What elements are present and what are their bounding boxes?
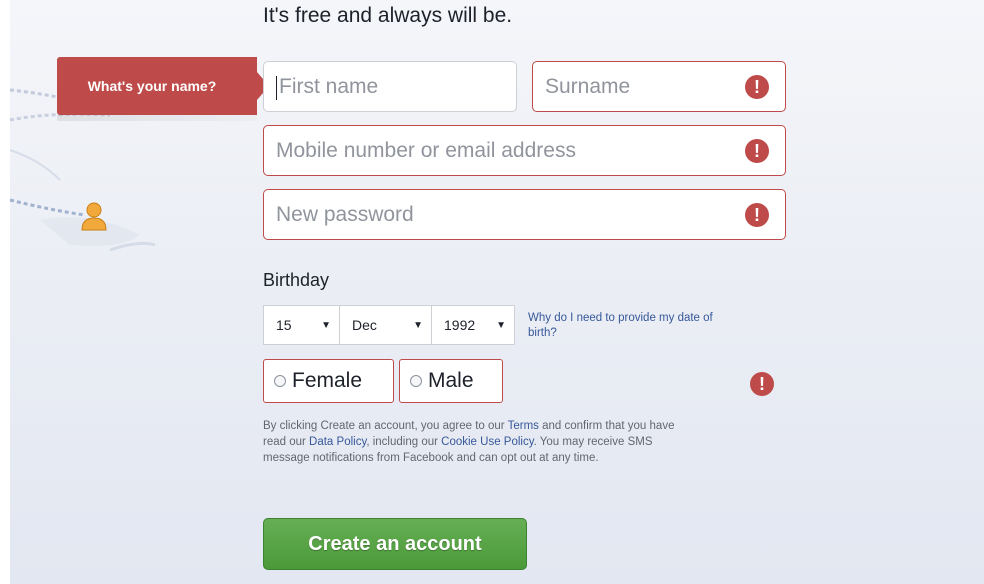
tooltip-text: What's your name? <box>87 78 217 94</box>
first-name-input[interactable]: First name <box>263 61 517 112</box>
terms-text-part: , including our <box>366 436 442 448</box>
surname-placeholder: Surname <box>545 74 631 98</box>
error-icon: ! <box>750 372 774 396</box>
radio-button[interactable] <box>410 375 422 387</box>
birthday-label: Birthday <box>263 270 330 290</box>
new-password-placeholder: New password <box>276 202 414 226</box>
data-policy-link[interactable]: Data Policy <box>309 436 366 448</box>
chevron-down-icon: ▼ <box>321 319 331 331</box>
error-icon: ! <box>745 139 769 163</box>
name-error-tooltip: What's your name? <box>57 57 257 121</box>
error-icon: ! <box>745 203 769 227</box>
cookie-use-policy-link[interactable]: Cookie Use Policy <box>441 436 533 448</box>
male-label: Male <box>428 369 474 392</box>
terms-text: By clicking Create an account, you agree… <box>263 418 693 466</box>
text-cursor <box>276 76 277 100</box>
terms-text-part: By clicking Create an account, you agree… <box>263 420 508 432</box>
surname-input[interactable]: Surname ! <box>532 61 786 112</box>
female-label: Female <box>292 369 363 392</box>
error-icon: ! <box>745 75 769 99</box>
day-value: 15 <box>276 317 292 333</box>
mobile-or-email-input[interactable]: Mobile number or email address ! <box>263 125 786 176</box>
gender-female-option[interactable]: Female <box>263 359 394 403</box>
chevron-down-icon: ▼ <box>413 319 423 331</box>
new-password-input[interactable]: New password ! <box>263 189 786 240</box>
terms-link[interactable]: Terms <box>508 420 539 432</box>
radio-button[interactable] <box>274 375 286 387</box>
gender-male-option[interactable]: Male <box>399 359 503 403</box>
why-birthday-link[interactable]: Why do I need to provide my date of birt… <box>528 311 728 341</box>
birthday-day-select[interactable]: 15 ▼ <box>263 305 340 345</box>
person-map-pin-icon <box>81 202 107 231</box>
birthday-year-select[interactable]: 1992 ▼ <box>431 305 515 345</box>
month-value: Dec <box>352 317 377 333</box>
page-tagline: It's free and always will be. <box>263 4 513 27</box>
year-value: 1992 <box>444 317 476 333</box>
create-account-button[interactable]: Create an account <box>263 518 527 570</box>
first-name-placeholder: First name <box>279 74 379 98</box>
birthday-month-select[interactable]: Dec ▼ <box>339 305 432 345</box>
chevron-down-icon: ▼ <box>496 319 506 331</box>
mobile-or-email-placeholder: Mobile number or email address <box>276 138 576 162</box>
